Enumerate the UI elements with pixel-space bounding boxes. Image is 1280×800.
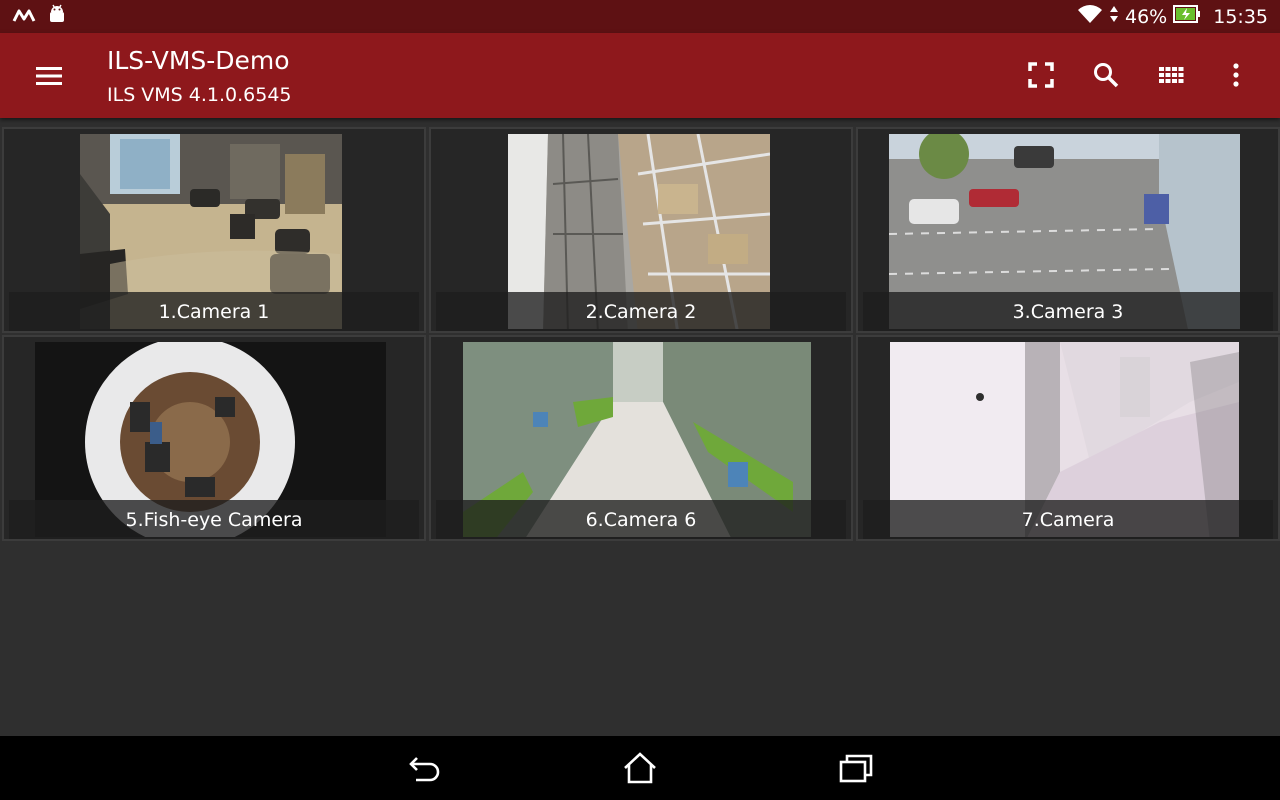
battery-percent: 46% bbox=[1125, 5, 1168, 28]
more-vert-icon bbox=[1233, 63, 1239, 87]
wifi-icon bbox=[1077, 3, 1103, 30]
camera-tile[interactable]: 3.Camera 3 bbox=[856, 127, 1280, 333]
clock: 15:35 bbox=[1213, 5, 1268, 28]
app-title: ILS-VMS-Demo bbox=[107, 46, 290, 75]
overflow-menu-button[interactable] bbox=[1218, 57, 1254, 93]
android-icon bbox=[48, 4, 66, 30]
camera-tile[interactable]: 1.Camera 1 bbox=[2, 127, 426, 333]
home-icon bbox=[624, 752, 656, 784]
data-arrows-icon bbox=[1109, 4, 1119, 29]
search-icon bbox=[1094, 63, 1119, 88]
app-bar: ILS-VMS-Demo ILS VMS 4.1.0.6545 bbox=[0, 33, 1280, 118]
app-subtitle: ILS VMS 4.1.0.6545 bbox=[107, 84, 292, 106]
hamburger-menu-icon bbox=[36, 67, 62, 85]
grid-layout-icon bbox=[1159, 67, 1184, 83]
camera-tile[interactable]: 6.Camera 6 bbox=[429, 335, 853, 541]
status-bar: 46% 15:35 bbox=[0, 0, 1280, 33]
camera-tile[interactable]: 7.Camera bbox=[856, 335, 1280, 541]
camera-label: 1.Camera 1 bbox=[9, 292, 419, 331]
back-icon bbox=[409, 757, 440, 782]
back-button[interactable] bbox=[406, 750, 442, 786]
battery-charging-icon bbox=[1173, 4, 1201, 29]
grid-layout-button[interactable] bbox=[1153, 57, 1189, 93]
recents-button[interactable] bbox=[838, 750, 874, 786]
camera-tile[interactable]: 2.Camera 2 bbox=[429, 127, 853, 333]
camera-label: 5.Fish-eye Camera bbox=[9, 500, 419, 539]
search-button[interactable] bbox=[1088, 57, 1124, 93]
camera-label: 3.Camera 3 bbox=[863, 292, 1273, 331]
menu-button[interactable] bbox=[34, 61, 64, 91]
navigation-bar bbox=[0, 736, 1280, 800]
fullscreen-icon bbox=[1028, 62, 1054, 88]
camera-grid: 1.Camera 1 2.Camera 2 3.Camera 3 5.Fish-… bbox=[0, 126, 1280, 542]
camera-label: 7.Camera bbox=[863, 500, 1273, 539]
app-m-icon bbox=[12, 5, 36, 29]
camera-label: 2.Camera 2 bbox=[436, 292, 846, 331]
recents-icon bbox=[839, 754, 873, 783]
camera-tile[interactable]: 5.Fish-eye Camera bbox=[2, 335, 426, 541]
camera-label: 6.Camera 6 bbox=[436, 500, 846, 539]
home-button[interactable] bbox=[622, 750, 658, 786]
fullscreen-button[interactable] bbox=[1023, 57, 1059, 93]
